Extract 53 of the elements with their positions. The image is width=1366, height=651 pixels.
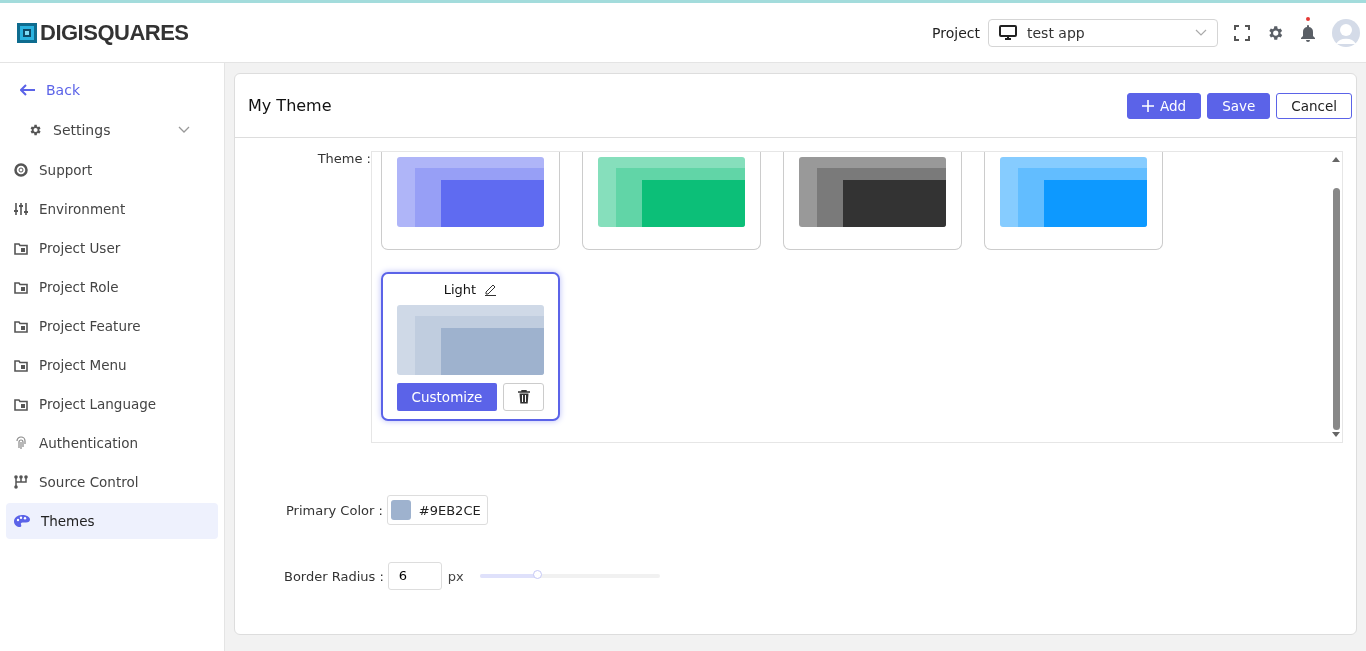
theme-option[interactable] (783, 152, 962, 250)
sidebar-item[interactable]: Source Control (6, 464, 218, 500)
logo-icon (17, 22, 37, 43)
palette-icon (14, 514, 30, 528)
border-radius-input[interactable]: 6 (387, 562, 442, 590)
lifebuoy-icon (14, 163, 28, 177)
sidebar-item[interactable]: Project Language (6, 386, 218, 422)
slider-thumb[interactable] (533, 570, 543, 579)
project-label: Project (932, 24, 980, 41)
theme-label: Theme : (316, 151, 371, 166)
scroll-up-icon[interactable] (1332, 156, 1340, 162)
project-select[interactable]: test app (988, 18, 1218, 47)
color-picker[interactable]: #9EB2CE (386, 495, 488, 525)
theme-name: Light (443, 282, 477, 297)
customize-button[interactable]: Customize (397, 383, 497, 411)
sidebar-item[interactable]: Themes (6, 503, 218, 539)
delete-button[interactable] (503, 383, 544, 411)
sidebar-item[interactable]: Authentication (6, 425, 218, 461)
chevron-down-icon (1195, 28, 1207, 37)
fingerprint-icon (14, 436, 28, 450)
notification-bell-icon[interactable] (1300, 23, 1316, 42)
panel-title: My Theme (248, 96, 332, 115)
sidebar-item[interactable]: Project User (6, 230, 218, 266)
folder-icon (14, 319, 28, 333)
pencil-icon[interactable] (484, 283, 498, 296)
gear-icon (28, 123, 42, 137)
sidebar-item[interactable]: Project Menu (6, 347, 218, 383)
arrow-left-icon (20, 84, 36, 96)
folder-icon (14, 358, 28, 372)
folder-icon (14, 280, 28, 294)
theme-option[interactable]: Light Customize (381, 272, 560, 421)
sidebar-item[interactable]: Environment (6, 191, 218, 227)
scroll-down-icon[interactable] (1332, 432, 1340, 438)
folder-icon (14, 241, 28, 255)
logo-text: DIGISQUARES (40, 19, 189, 46)
folder-icon (14, 397, 28, 411)
trash-icon (517, 390, 530, 404)
fullscreen-icon[interactable] (1234, 24, 1250, 41)
monitor-icon (999, 24, 1017, 41)
add-button[interactable]: Add (1127, 92, 1202, 119)
back-link[interactable]: Back (6, 77, 218, 103)
plus-icon (1142, 99, 1154, 112)
sliders-icon (14, 202, 28, 216)
unit-label: px (447, 568, 464, 584)
border-radius-label: Border Radius : (284, 568, 384, 584)
branches-icon (14, 475, 28, 489)
sidebar-item[interactable]: Support (6, 152, 218, 188)
sidebar-item[interactable]: Project Role (6, 269, 218, 305)
save-button[interactable]: Save (1207, 92, 1271, 119)
primary-color-label: Primary Color : (286, 502, 383, 518)
settings-group[interactable]: Settings (6, 116, 218, 144)
cancel-button[interactable]: Cancel (1276, 92, 1352, 119)
sidebar-item[interactable]: Project Feature (6, 308, 218, 344)
